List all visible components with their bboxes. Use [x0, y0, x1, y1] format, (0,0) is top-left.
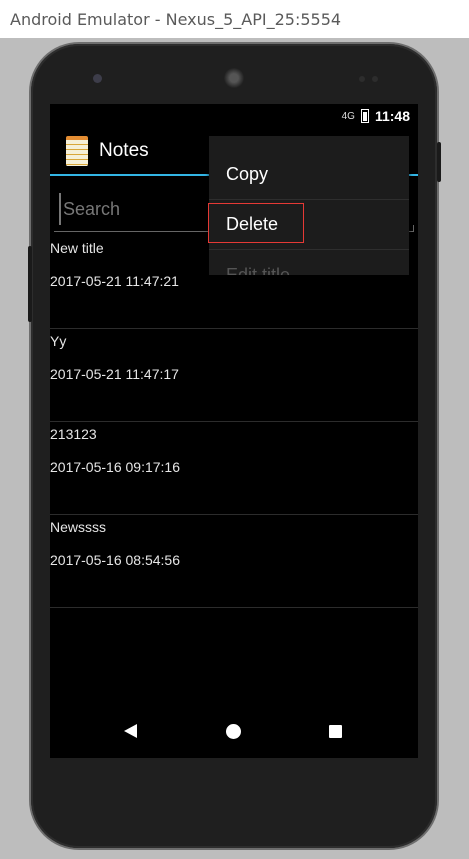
device-screen: 4G 11:48 Notes New title 2017-05-21 11:4…	[50, 104, 418, 758]
signal-icon: 4G	[341, 110, 355, 122]
volume-button[interactable]	[28, 246, 32, 322]
notepad-icon	[66, 136, 88, 166]
home-icon[interactable]	[226, 724, 241, 739]
emulator-title-bar: Android Emulator - Nexus_5_API_25:5554	[0, 0, 469, 38]
note-date: 2017-05-21 11:47:21	[50, 273, 179, 289]
menu-item-edit-title[interactable]: Edit title	[209, 250, 409, 276]
app-title: Notes	[99, 140, 149, 161]
window-title: Android Emulator - Nexus_5_API_25:5554	[10, 9, 342, 29]
note-item[interactable]: 213123 2017-05-16 09:17:16	[50, 422, 418, 515]
menu-item-delete[interactable]: Delete	[209, 200, 409, 250]
earpiece-speaker	[224, 68, 244, 88]
note-item[interactable]: Yy 2017-05-21 11:47:17	[50, 329, 418, 422]
power-button[interactable]	[437, 142, 441, 182]
front-camera-icon	[93, 74, 102, 83]
note-title: Yy	[50, 333, 67, 349]
navigation-bar	[50, 702, 418, 758]
notes-list: New title 2017-05-21 11:47:21 Yy 2017-05…	[50, 236, 418, 608]
status-bar: 4G 11:48	[50, 104, 418, 128]
back-icon[interactable]	[124, 724, 137, 738]
note-date: 2017-05-21 11:47:17	[50, 366, 179, 382]
proximity-sensor	[359, 76, 365, 82]
battery-icon	[360, 109, 369, 123]
menu-item-copy[interactable]: Copy	[209, 150, 409, 200]
search-underline-corner	[413, 225, 414, 231]
note-title: New title	[50, 240, 104, 256]
note-date: 2017-05-16 08:54:56	[50, 552, 180, 568]
note-item[interactable]: Newssss 2017-05-16 08:54:56	[50, 515, 418, 608]
note-title: Newssss	[50, 519, 107, 535]
light-sensor	[372, 76, 378, 82]
status-time: 11:48	[374, 108, 410, 124]
context-menu: Copy Delete Edit title	[209, 136, 409, 275]
note-date: 2017-05-16 09:17:16	[50, 459, 180, 475]
recent-apps-icon[interactable]	[329, 725, 342, 738]
note-title: 213123	[50, 426, 97, 442]
